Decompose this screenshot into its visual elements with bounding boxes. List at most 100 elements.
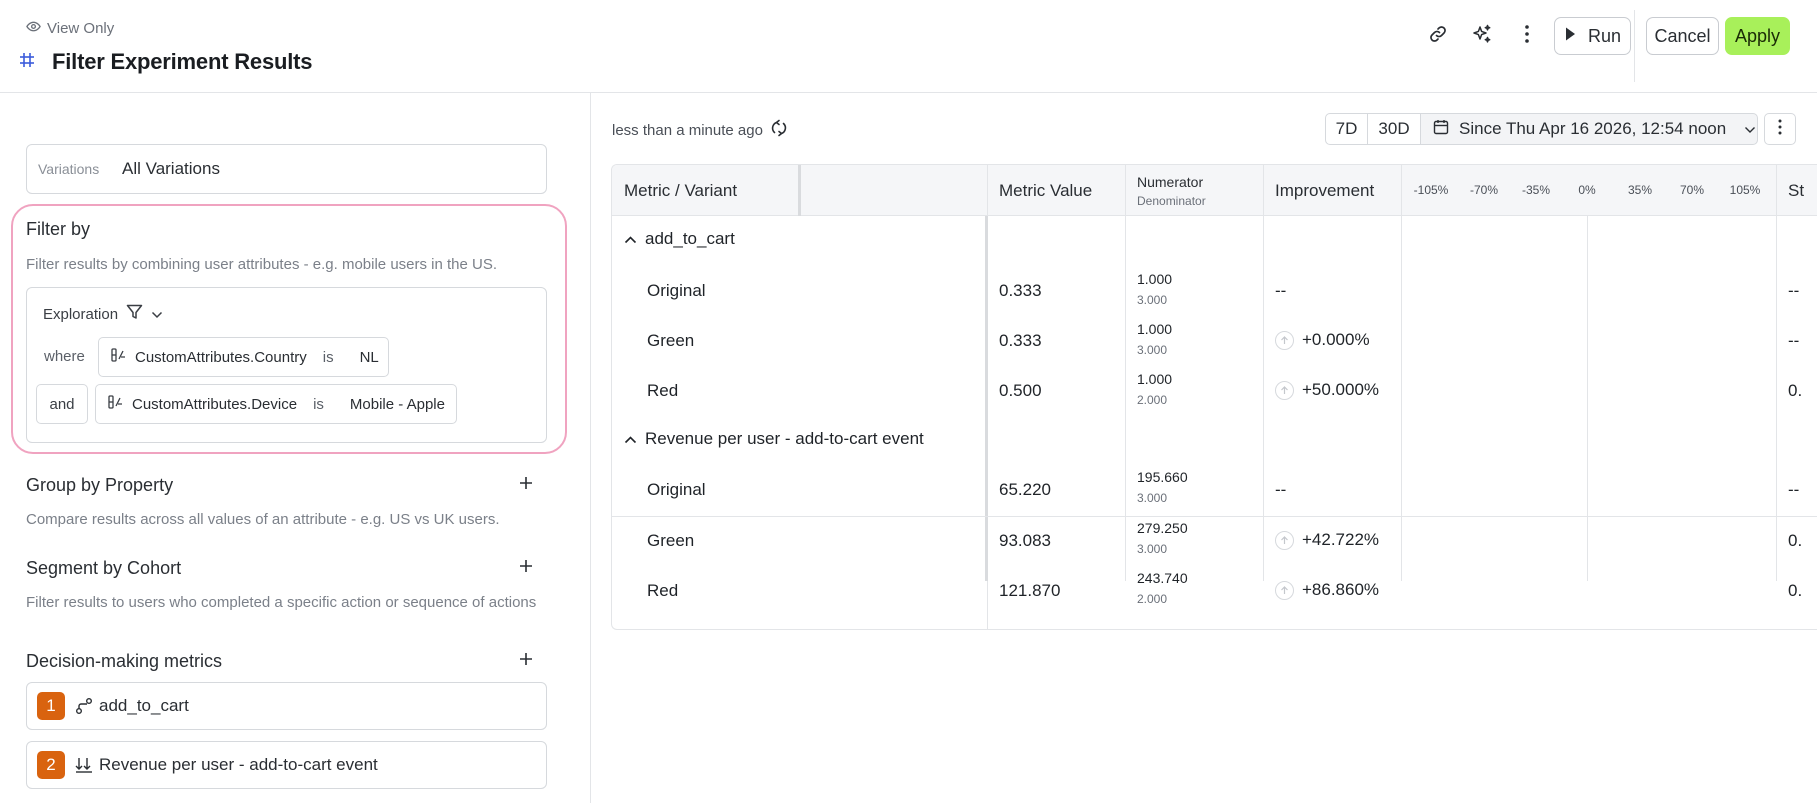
num-den-cell: 1.000 2.000	[1137, 371, 1172, 407]
condition-operator: is	[313, 395, 324, 413]
denominator-value: 3.000	[1137, 343, 1168, 357]
num-den-cell: 1.000 3.000	[1137, 271, 1172, 307]
denominator-value: 2.000	[1137, 592, 1168, 606]
metric-rank-badge: 2	[37, 751, 65, 779]
column-header-metric-variant[interactable]: Metric / Variant	[624, 165, 737, 216]
filter-by-title: Filter by	[26, 219, 91, 239]
numerator-value: 1.000	[1137, 371, 1173, 387]
range-30d-button[interactable]: 30D	[1367, 113, 1421, 145]
date-range-label: Since Thu Apr 16 2026, 12:54 noon	[1459, 119, 1727, 138]
metric-group-toggle[interactable]: add_to_cart	[612, 229, 735, 249]
denominator-header: Denominator	[1137, 193, 1206, 208]
refresh-icon[interactable]	[769, 118, 789, 142]
improvement-value: +0.000%	[1302, 330, 1370, 349]
table-header: Metric / Variant Metric Value Numerator …	[612, 165, 1817, 216]
axis-tick: -35%	[1521, 183, 1551, 197]
date-range-picker[interactable]: Since Thu Apr 16 2026, 12:54 noon	[1420, 113, 1758, 145]
numerator-value: 243.740	[1137, 570, 1188, 586]
condition-attribute-label: CustomAttributes.Device	[132, 395, 298, 413]
chevron-up-icon	[624, 429, 637, 449]
chevron-up-icon	[624, 229, 637, 249]
improvement-value: --	[1275, 480, 1287, 499]
metric-value: 65.220	[999, 480, 1051, 499]
column-divider	[985, 216, 988, 581]
numerator-value: 1.000	[1137, 271, 1173, 287]
improvement-value: +42.722%	[1302, 530, 1380, 549]
apply-button[interactable]: Apply	[1725, 17, 1790, 55]
column-header-metric-value[interactable]: Metric Value	[999, 165, 1092, 216]
header-divider	[1634, 10, 1635, 82]
run-label: Run	[1587, 25, 1622, 46]
metric-item-add-to-cart[interactable]: 1 add_to_cart	[26, 682, 547, 730]
metric-group-name: add_to_cart	[645, 229, 735, 248]
metric-item-revenue[interactable]: 2 Revenue per user - add-to-cart event	[26, 741, 547, 789]
improvement-cell: +42.722%	[1275, 530, 1379, 550]
table-options-button[interactable]	[1764, 113, 1796, 145]
condition-value: NL	[359, 348, 379, 366]
segment-title: Segment by Cohort	[26, 558, 182, 578]
custom-attribute-icon	[111, 348, 129, 366]
condition-operator: is	[322, 348, 334, 366]
row-divider	[612, 516, 1817, 517]
play-icon	[1564, 26, 1576, 47]
add-segment-button[interactable]	[515, 557, 537, 579]
variations-select[interactable]: Variations All Variations	[26, 144, 547, 194]
chevron-down-icon	[151, 306, 163, 323]
copy-link-button[interactable]	[1424, 22, 1452, 50]
page-header: View Only Filter Experiment Results Run …	[0, 0, 1817, 93]
more-options-button[interactable]	[1513, 22, 1541, 50]
partial-column-value: --	[1788, 281, 1800, 300]
funnel-icon	[126, 304, 143, 324]
denominator-value: 3.000	[1137, 491, 1168, 505]
arrow-up-icon	[1275, 580, 1294, 600]
metric-value: 0.333	[999, 281, 1042, 300]
add-metric-button[interactable]	[515, 650, 537, 672]
column-divider	[1401, 165, 1402, 581]
condition-attribute: CustomAttributes.Country	[111, 348, 307, 366]
link-icon	[1428, 24, 1448, 49]
exploration-mode-dropdown[interactable]: Exploration	[43, 304, 163, 324]
cancel-button[interactable]: Cancel	[1646, 17, 1719, 55]
numerator-value: 195.660	[1137, 469, 1188, 485]
denominator-value: 3.000	[1137, 542, 1168, 556]
arrow-up-icon	[1275, 380, 1294, 400]
condition-attribute: CustomAttributes.Device	[108, 395, 297, 413]
filter-condition-device[interactable]: CustomAttributes.Device is Mobile - Appl…	[95, 384, 457, 424]
ai-assist-button[interactable]	[1468, 22, 1496, 50]
metric-group-toggle[interactable]: Revenue per user - add-to-cart event	[612, 429, 924, 449]
axis-tick: 0%	[1578, 183, 1596, 197]
view-only-indicator: View Only	[26, 19, 114, 38]
chevron-down-icon	[1744, 119, 1756, 139]
metric-group-name: Revenue per user - add-to-cart event	[645, 429, 924, 448]
column-header-num-den[interactable]: Numerator Denominator	[1137, 165, 1206, 216]
funnel-steps-icon	[75, 697, 93, 715]
group-by-description: Compare results across all values of an …	[26, 511, 500, 528]
cancel-label: Cancel	[1654, 25, 1711, 46]
config-panel: Variations All Variations Filter by Filt…	[0, 93, 591, 803]
calendar-icon	[1433, 119, 1449, 140]
improvement-cell: +50.000%	[1275, 380, 1379, 400]
column-header-improvement[interactable]: Improvement	[1275, 165, 1374, 216]
apply-label: Apply	[1734, 25, 1781, 46]
exploration-mode-label: Exploration	[43, 305, 119, 323]
axis-tick: -70%	[1469, 183, 1499, 197]
filter-condition-country[interactable]: CustomAttributes.Country is NL	[98, 337, 389, 377]
run-button[interactable]: Run	[1554, 17, 1631, 55]
sort-down-icon	[75, 757, 93, 773]
plus-icon	[519, 559, 533, 578]
partial-column-value: 0.	[1788, 531, 1803, 550]
improvement-cell: +86.860%	[1275, 580, 1379, 600]
plus-icon	[519, 652, 533, 671]
metric-rank-badge: 1	[37, 692, 65, 720]
column-resize-handle[interactable]	[798, 165, 801, 216]
variant-name: Original	[647, 480, 706, 499]
numerator-value: 279.250	[1137, 520, 1188, 536]
filter-builder: Exploration where CustomAttributes.Count…	[26, 287, 547, 443]
add-group-by-button[interactable]	[515, 474, 537, 496]
and-connector[interactable]: and	[36, 384, 88, 424]
plus-icon	[519, 476, 533, 495]
partial-column-value: 0.	[1788, 581, 1803, 600]
range-7d-button[interactable]: 7D	[1325, 113, 1368, 145]
improvement-value: --	[1275, 281, 1287, 300]
column-header-partial[interactable]: St	[1788, 165, 1804, 216]
